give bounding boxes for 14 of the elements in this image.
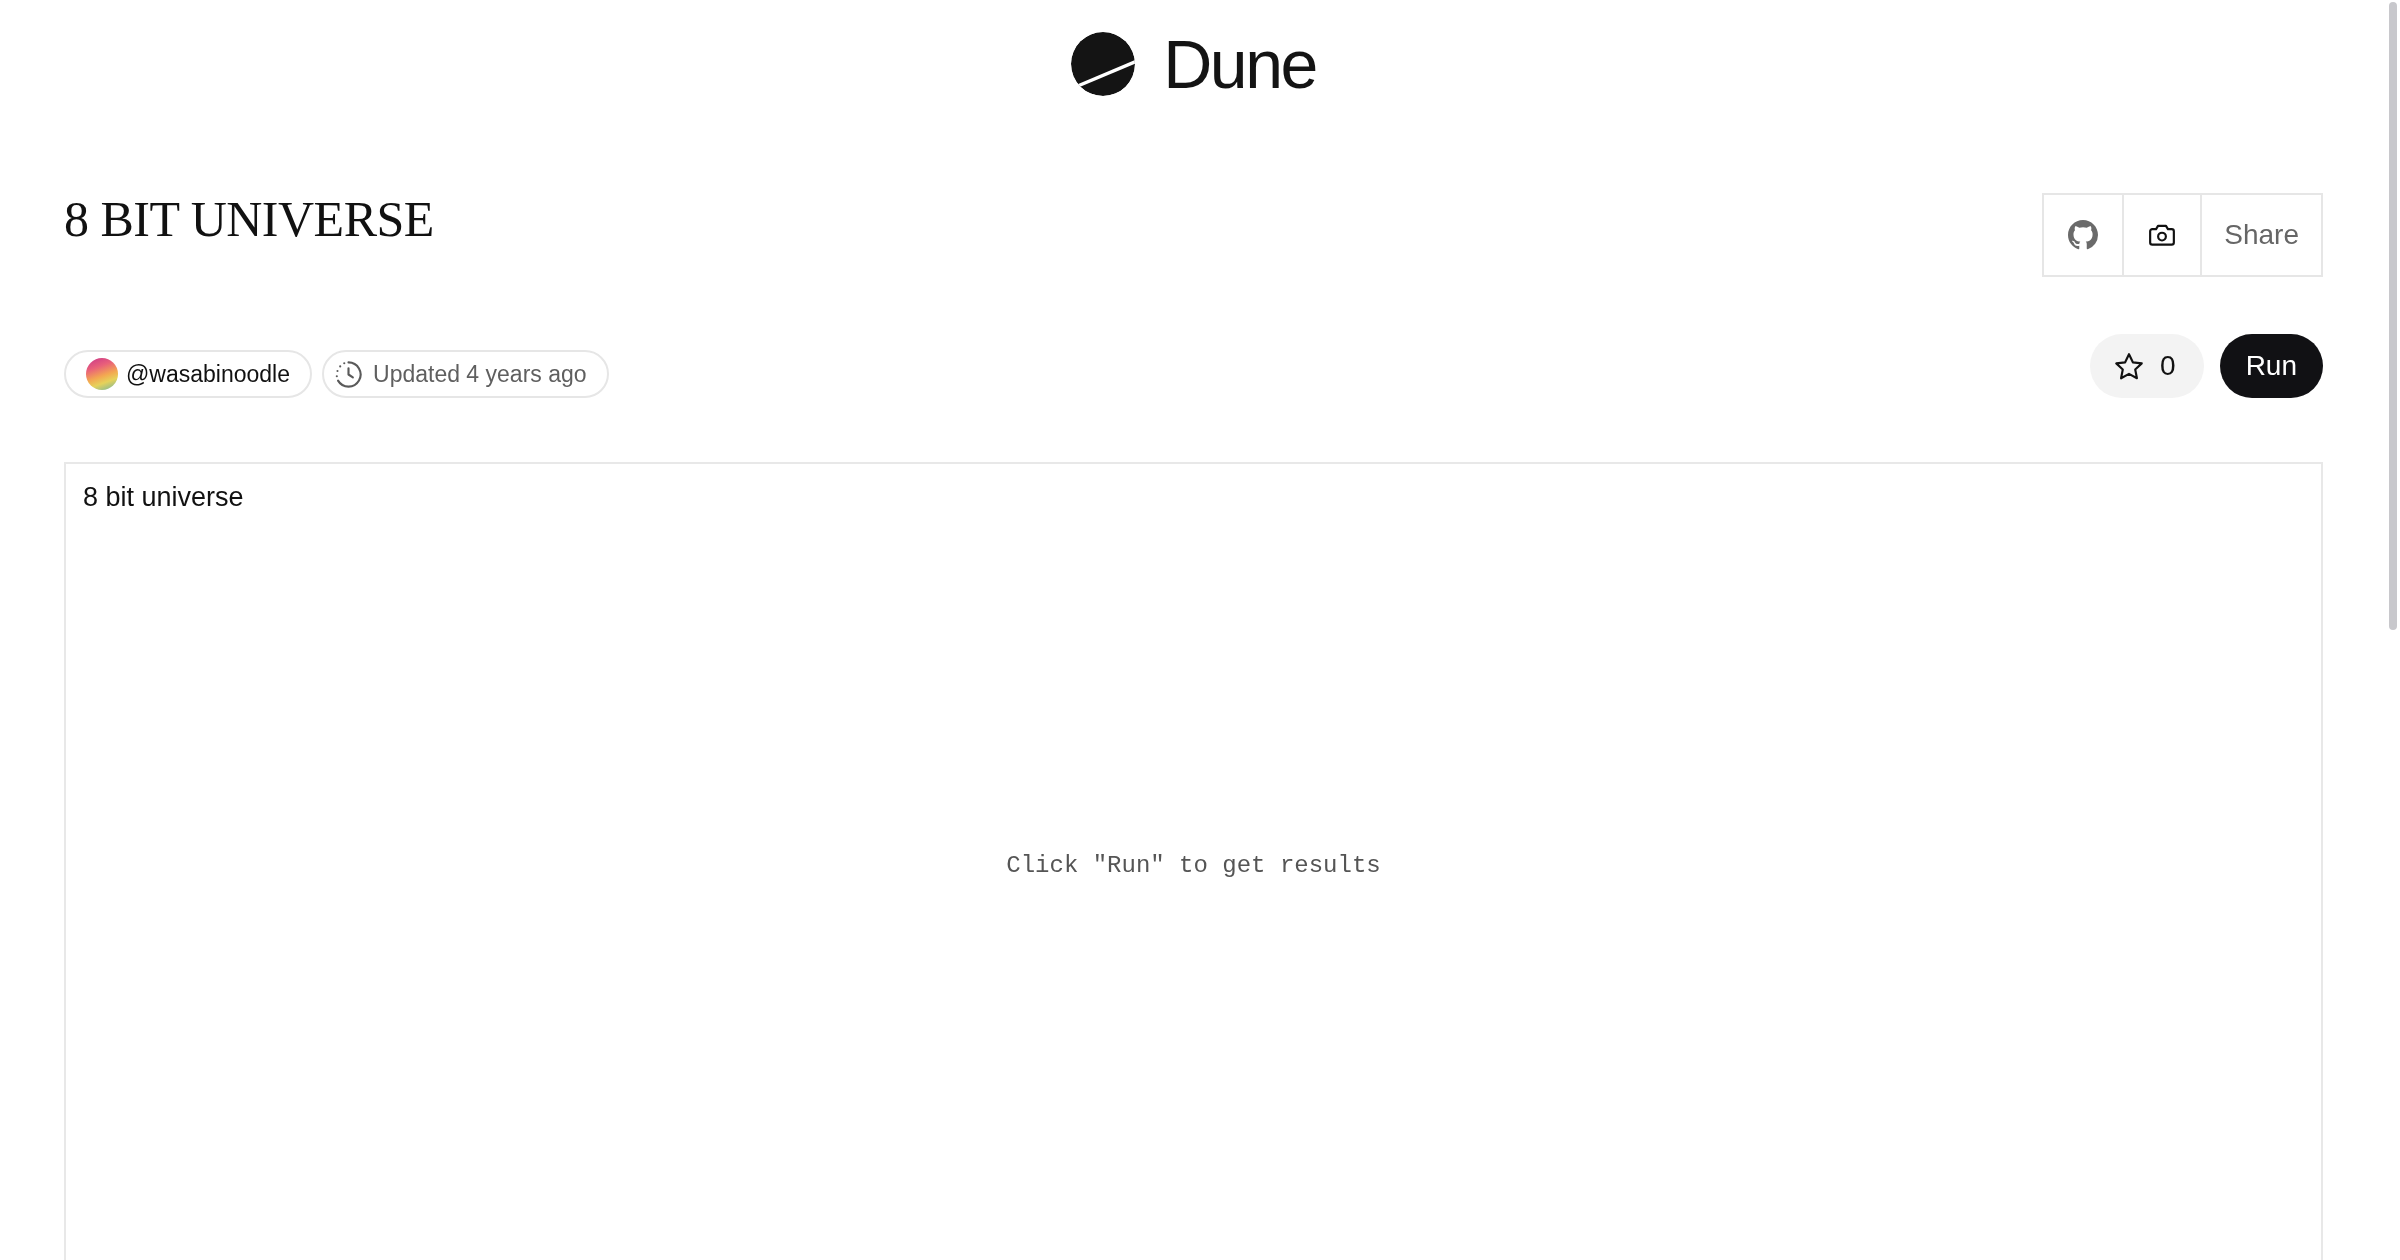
run-button[interactable]: Run: [2219, 334, 2323, 398]
author-chip[interactable]: @wasabinoodle: [64, 350, 312, 398]
scrollbar-thumb[interactable]: [2389, 2, 2397, 630]
updated-text: Updated 4 years ago: [373, 360, 587, 388]
favorite-button[interactable]: 0: [2090, 334, 2204, 398]
empty-message: Click "Run" to get results: [1006, 852, 1381, 879]
avatar-icon: [86, 358, 118, 390]
camera-icon: [2148, 223, 2177, 247]
brand-name[interactable]: Dune: [1163, 30, 1316, 98]
dashboard-title: 8 BIT UNIVERSE: [64, 190, 434, 248]
github-icon: [2068, 220, 2099, 250]
panel-title: 8 bit universe: [83, 481, 244, 514]
clock-icon: [334, 359, 363, 389]
logo-icon: [1071, 32, 1136, 96]
